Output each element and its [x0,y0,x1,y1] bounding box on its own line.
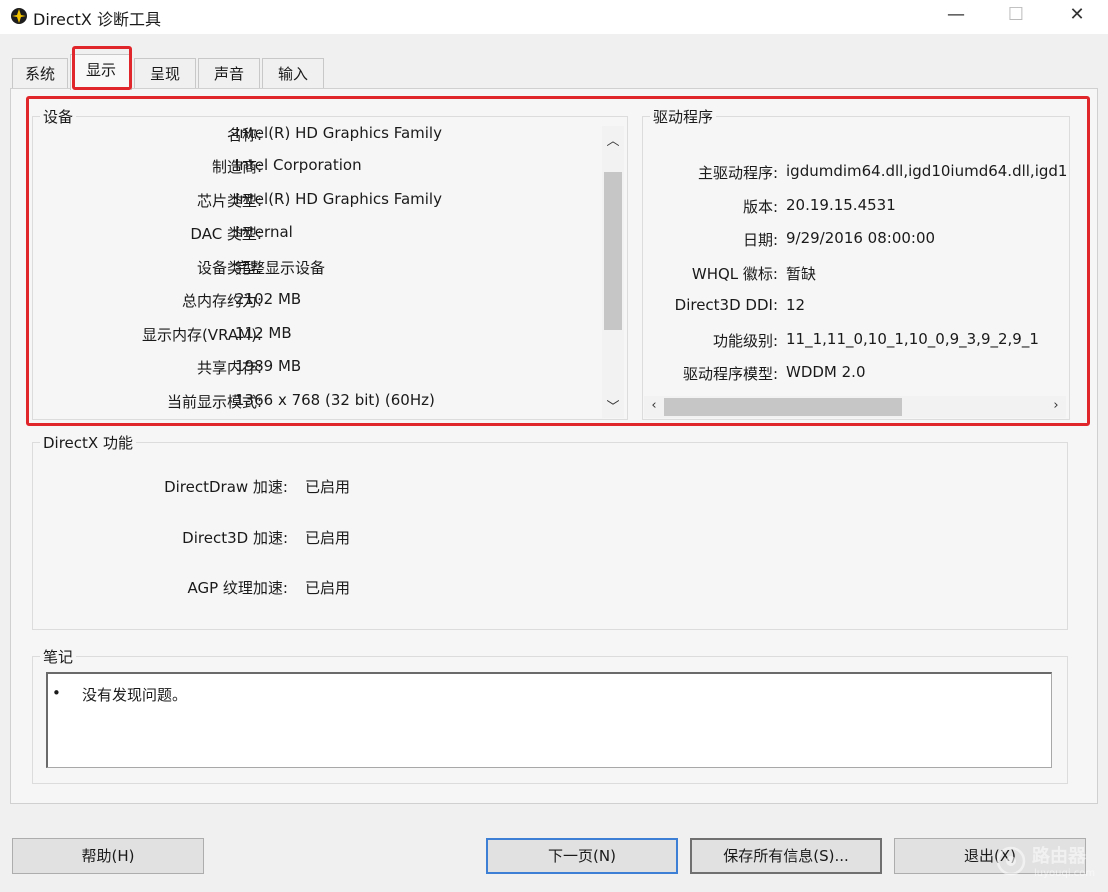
router-logo-icon [994,846,1028,880]
highlight-device-driver [26,96,1090,426]
directx-features-title: DirectX 功能 [40,432,136,453]
notes-item: 没有发现问题。 [82,686,188,704]
window-title: DirectX 诊断工具 [33,10,161,29]
save-all-info-button[interactable]: 保存所有信息(S)... [690,838,882,874]
watermark-text: 路由器 [1032,846,1086,867]
tab-sound[interactable]: 声音 [198,58,260,88]
title-bar: DirectX 诊断工具 — ☐ ✕ [0,0,1108,34]
feature-label-agp: AGP 纹理加速: [187,579,289,597]
feature-label-direct3d: Direct3D 加速: [182,529,288,547]
tab-system[interactable]: 系统 [12,58,68,88]
minimize-button[interactable]: — [928,0,984,30]
tab-render[interactable]: 呈现 [134,58,196,88]
notes-bullet-icon: • [52,684,61,702]
maximize-button[interactable]: ☐ [988,0,1044,30]
watermark: 路由器 luyouqi.com [994,842,1096,886]
tab-input[interactable]: 输入 [262,58,324,88]
highlight-tab-display [72,46,132,90]
help-button[interactable]: 帮助(H) [12,838,204,874]
feature-value-direct3d: 已启用 [305,529,351,547]
feature-label-directdraw: DirectDraw 加速: [164,478,288,496]
feature-value-directdraw: 已启用 [305,478,351,496]
feature-value-agp: 已启用 [305,579,351,597]
close-button[interactable]: ✕ [1049,0,1105,30]
directx-app-icon [10,7,28,25]
watermark-url: luyouqi.com [1034,868,1096,879]
notes-title: 笔记 [40,646,77,667]
next-page-button[interactable]: 下一页(N) [486,838,678,874]
notes-box[interactable]: • 没有发现问题。 [46,672,1052,768]
